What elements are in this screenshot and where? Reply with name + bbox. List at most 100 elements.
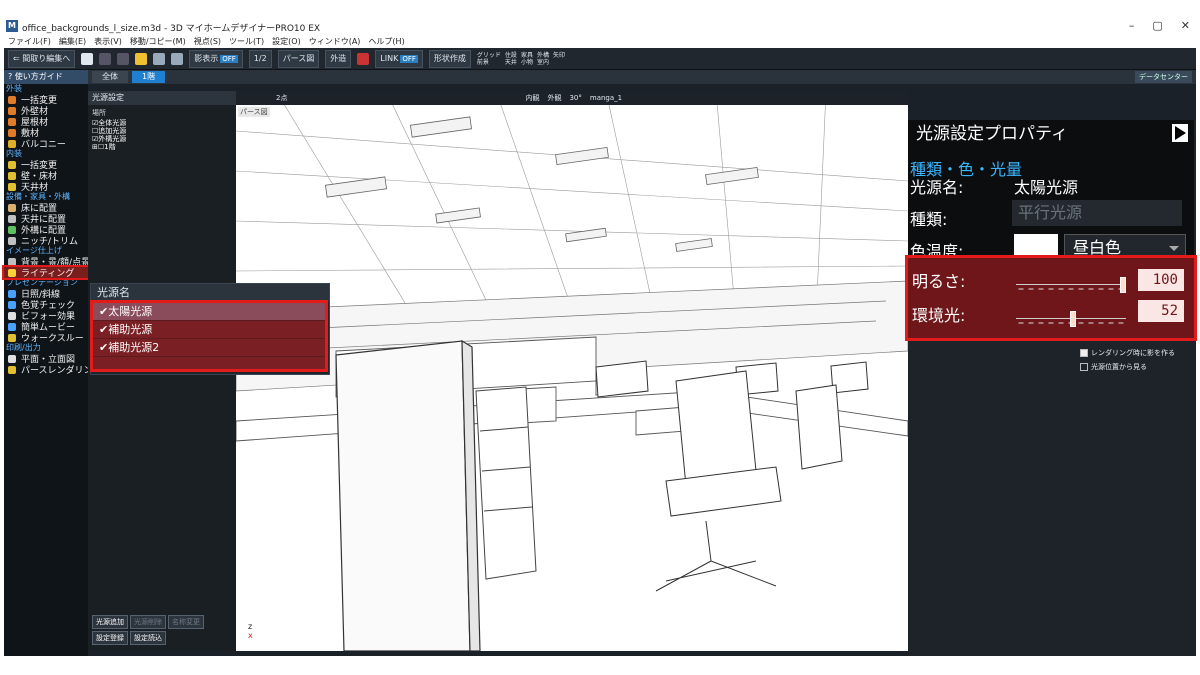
sidebar-item-icon — [8, 203, 16, 212]
delete-light-button[interactable]: 光源削除 — [130, 615, 166, 629]
brightness-input[interactable]: 100 — [1138, 269, 1184, 291]
menu-tools[interactable]: ツール(T) — [229, 36, 264, 48]
check-ceiling[interactable]: 天井 — [505, 59, 517, 66]
viewport-toolbar: 2点 内観 外観 30° manga_1 — [236, 91, 908, 105]
menu-move-copy[interactable]: 移動/コピー(M) — [130, 36, 186, 48]
check-grid[interactable]: グリッド — [477, 52, 501, 59]
exterior-view-button[interactable]: 外観 — [547, 93, 561, 103]
check-exterior[interactable]: 外構 — [537, 52, 549, 59]
panel-title: 光源設定 — [88, 91, 236, 105]
option-render-shadow-label: レンダリング時に影を作る — [1091, 349, 1175, 357]
redo-icon[interactable] — [117, 52, 130, 65]
menu-edit[interactable]: 編集(E) — [59, 36, 86, 48]
check-foreground[interactable]: 前景 — [477, 59, 501, 66]
two-point-button[interactable]: 2点 — [276, 93, 287, 103]
open-folder-icon[interactable] — [135, 52, 148, 65]
check-interior[interactable]: 室内 — [537, 59, 549, 66]
tree-item-exterior-light[interactable]: ☑外構光源 — [92, 135, 236, 143]
ambient-slider-thumb[interactable] — [1070, 311, 1077, 327]
perspective-viewport[interactable] — [236, 91, 908, 651]
add-light-button[interactable]: 光源追加 — [92, 615, 128, 629]
sidebar-item[interactable]: 天井材 — [4, 181, 88, 193]
sidebar-item[interactable]: ニッチ/トリム — [4, 235, 88, 247]
sidebar-item-icon — [8, 128, 16, 137]
ambient-slider[interactable] — [1016, 311, 1126, 329]
angle-button[interactable]: 30° — [569, 94, 581, 102]
menu-window[interactable]: ウィンドウ(A) — [309, 36, 361, 48]
color-temp-select[interactable]: 昼白色 — [1064, 234, 1186, 260]
ambient-input[interactable]: 52 — [1138, 300, 1184, 322]
brightness-slider[interactable] — [1016, 277, 1126, 295]
sidebar-item[interactable]: パースレンダリング — [4, 364, 102, 376]
menu-settings[interactable]: 設定(O) — [272, 36, 301, 48]
maximize-button[interactable]: ▢ — [1152, 19, 1162, 32]
interior-button[interactable]: 内観 — [525, 93, 539, 103]
sidebar-item-icon — [8, 257, 16, 266]
car-icon[interactable] — [357, 52, 370, 65]
light-item-sun[interactable]: ✔太陽光源 — [93, 303, 325, 321]
sidebar-item[interactable]: 屋根材 — [4, 116, 88, 128]
shape-create-button[interactable]: 形状作成 — [428, 49, 471, 68]
check-equipment[interactable]: 住設 — [505, 52, 517, 59]
popup-title: 光源名 — [91, 284, 329, 302]
sidebar-item[interactable]: ライティング — [2, 265, 90, 280]
light-intensity-group: 明るさ: 100 環境光: 52 — [905, 255, 1197, 341]
checkbox-render-shadow[interactable] — [1080, 349, 1088, 357]
play-arrow-icon[interactable] — [1172, 124, 1188, 142]
sidebar-item[interactable]: ウォークスルー — [4, 332, 88, 344]
print-icon[interactable] — [171, 52, 184, 65]
rename-button[interactable]: 名称変更 — [168, 615, 204, 629]
color-swatch[interactable] — [1014, 234, 1058, 260]
tab-all[interactable]: 全体 — [92, 71, 128, 83]
link-label: LINK — [380, 53, 399, 63]
sidebar-item-icon — [8, 300, 16, 309]
type-field: 平行光源 — [1012, 200, 1182, 226]
exterior-button[interactable]: 外造 — [325, 49, 352, 68]
camera-preset-select[interactable]: manga_1 — [590, 94, 622, 102]
sidebar-item-label: バルコニー — [21, 140, 66, 150]
back-to-floorplan-button[interactable]: ⇐ 間取り編集へ — [8, 49, 76, 68]
load-settings-button[interactable]: 設定読込 — [130, 631, 166, 645]
option-render-shadow[interactable]: レンダリング時に影を作る — [1080, 348, 1175, 358]
menu-file[interactable]: ファイル(F) — [8, 36, 51, 48]
guide-button[interactable]: ? 使い方ガイド — [4, 70, 88, 84]
sidebar-item-icon — [8, 354, 16, 363]
menu-help[interactable]: ヘルプ(H) — [368, 36, 404, 48]
check-arrow[interactable]: 矢印 — [553, 52, 565, 59]
tree-item-added-light[interactable]: ☐追加光源 — [92, 127, 236, 135]
checkbox-view-from-light[interactable] — [1080, 363, 1088, 371]
undo-icon[interactable] — [99, 52, 112, 65]
chevron-down-icon — [1169, 246, 1179, 251]
tree-item-all-light[interactable]: ☑全体光源 — [92, 119, 236, 127]
check-accessories[interactable]: 小物 — [521, 59, 533, 66]
pointer-icon[interactable] — [81, 52, 94, 65]
office-render — [236, 91, 908, 651]
tree-item-floor1[interactable]: ⊞☐1階 — [92, 143, 236, 151]
light-name-popup: 光源名 ✔太陽光源 ✔補助光源 ✔補助光源2 — [90, 283, 330, 375]
check-furniture[interactable]: 家具 — [521, 52, 533, 59]
shadow-toggle-button[interactable]: 影表示 OFF — [189, 49, 243, 68]
minimize-button[interactable]: – — [1129, 19, 1135, 32]
menu-view[interactable]: 表示(V) — [94, 36, 122, 48]
sidebar-item-icon — [8, 117, 16, 126]
tab-floor1[interactable]: 1階 — [132, 71, 166, 83]
register-settings-button[interactable]: 設定登録 — [92, 631, 128, 645]
datacenter-button[interactable]: データセンター — [1135, 71, 1192, 83]
save-icon[interactable] — [153, 52, 166, 65]
display-checks: グリッド 住設 家具 外構 矢印 前景 天井 小物 室内 — [477, 52, 565, 66]
window-title: office_backgrounds_l_size.m3d - 3D マイホーム… — [22, 24, 321, 34]
pers-view-button[interactable]: パース図 — [277, 49, 320, 68]
sidebar-item-icon — [8, 365, 16, 374]
sidebar-item-icon — [8, 171, 16, 180]
brightness-slider-thumb[interactable] — [1120, 277, 1126, 293]
option-view-from-light[interactable]: 光源位置から見る — [1080, 362, 1147, 372]
scale-button[interactable]: 1/2 — [248, 49, 272, 68]
light-item-aux[interactable]: ✔補助光源 — [93, 321, 325, 339]
menu-viewpoint[interactable]: 視点(S) — [194, 36, 221, 48]
sidebar-item-icon — [8, 95, 16, 104]
sidebar-item-icon — [8, 106, 16, 115]
link-button[interactable]: LINK OFF — [375, 49, 423, 68]
close-button[interactable]: ✕ — [1181, 19, 1190, 32]
sidebar-item[interactable]: バルコニー — [4, 138, 88, 150]
light-item-aux2[interactable]: ✔補助光源2 — [93, 339, 325, 357]
